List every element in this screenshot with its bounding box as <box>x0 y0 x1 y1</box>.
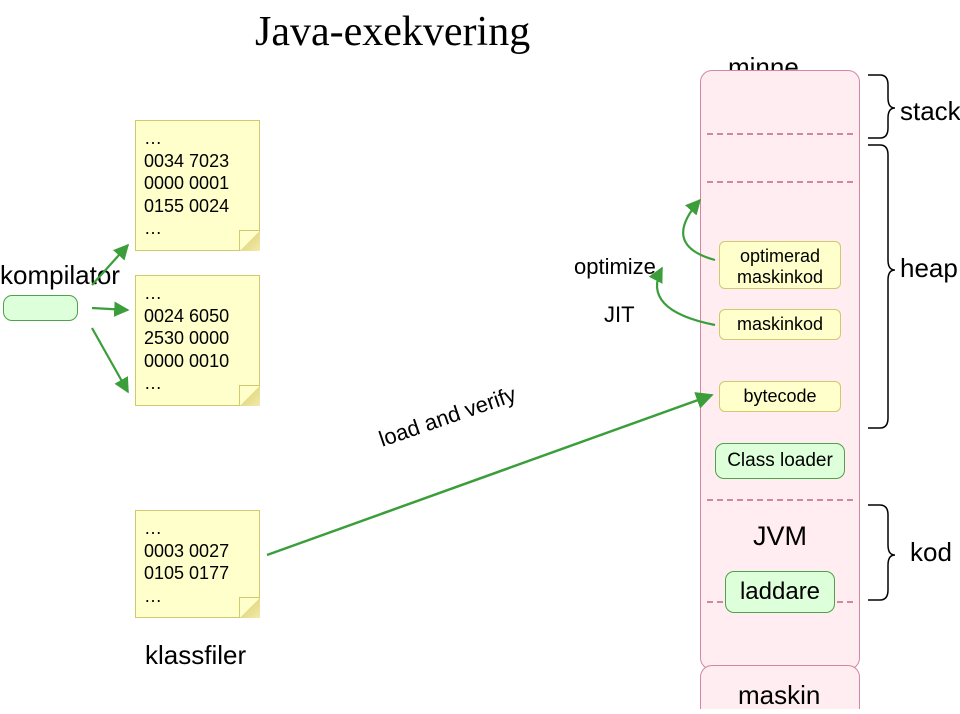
note-text: … <box>144 372 251 395</box>
load-verify-label: load and verify <box>376 381 520 452</box>
memory-divider <box>707 133 853 135</box>
memory-divider <box>707 181 853 183</box>
machine-code-block: maskinkod <box>719 309 841 340</box>
stack-label: stack <box>900 96 960 127</box>
arrow-compile-3 <box>92 328 128 392</box>
heap-label: heap <box>900 253 958 284</box>
note-text: 0105 0177 <box>144 562 251 585</box>
note-text: 0000 0010 <box>144 350 251 373</box>
jvm-label: JVM <box>739 521 821 552</box>
classfile-1: … 0034 7023 0000 0001 0155 0024 … <box>135 120 260 251</box>
note-text: 0003 0027 <box>144 540 251 563</box>
classfile-3: … 0003 0027 0105 0177 … <box>135 510 260 618</box>
jit-label: JIT <box>604 302 635 328</box>
laddare-block: laddare <box>725 571 835 613</box>
note-text: 0024 6050 <box>144 305 251 328</box>
klassfiler-label: klassfiler <box>145 640 246 671</box>
bracket-stack <box>868 75 895 138</box>
maskin-label: maskin <box>738 680 820 711</box>
note-text: 0034 7023 <box>144 150 251 173</box>
optimized-code-block: optimerad maskinkod <box>719 241 841 289</box>
class-loader-block: Class loader <box>715 443 845 479</box>
note-text: … <box>144 127 251 150</box>
bracket-heap <box>868 145 895 428</box>
kod-label: kod <box>910 537 952 568</box>
note-text: … <box>144 282 251 305</box>
classfile-2: … 0024 6050 2530 0000 0000 0010 … <box>135 275 260 406</box>
memory-divider <box>707 499 853 501</box>
note-text: 0000 0001 <box>144 172 251 195</box>
note-text: … <box>144 585 251 608</box>
arrow-load-verify <box>267 395 712 555</box>
note-text: … <box>144 517 251 540</box>
bytecode-block: bytecode <box>719 381 841 412</box>
arrow-compile-2 <box>92 308 128 310</box>
kompilator-label: kompilator <box>0 260 120 291</box>
source-box <box>3 295 78 321</box>
memory-column: optimerad maskinkod maskinkod bytecode C… <box>700 70 860 670</box>
bracket-kod <box>868 505 895 600</box>
page-title: Java-exekvering <box>255 8 530 56</box>
note-text: 2530 0000 <box>144 327 251 350</box>
note-text: 0155 0024 <box>144 195 251 218</box>
note-text: … <box>144 217 251 240</box>
optimize-label: optimize <box>574 254 656 280</box>
